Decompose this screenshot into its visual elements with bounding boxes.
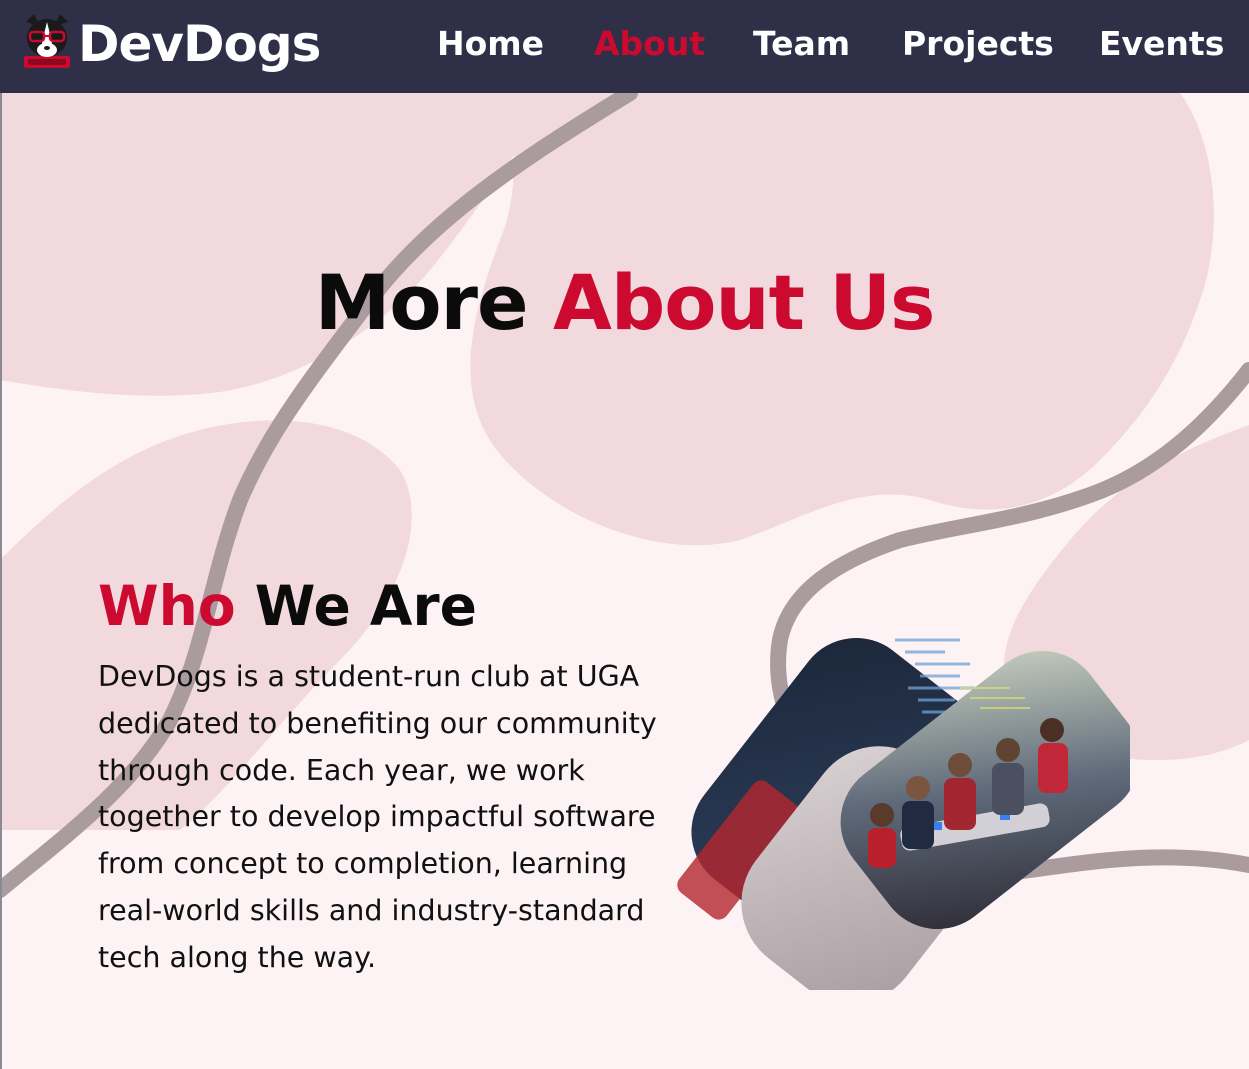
page-title-part2: About Us (553, 258, 935, 347)
brand-name: DevDogs (78, 15, 321, 73)
nav-link-projects[interactable]: Projects (902, 24, 1054, 63)
devdogs-logo-icon (24, 14, 70, 68)
page-title: More About Us (0, 258, 1249, 347)
section-title-part1: Who (98, 574, 236, 638)
nav-link-home[interactable]: Home (437, 24, 544, 63)
window-edge (0, 0, 2, 1069)
photo-collage (677, 638, 1130, 990)
nav-link-about[interactable]: About (594, 24, 705, 63)
section-title-part2: We Are (254, 574, 477, 638)
navbar: DevDogs Home About Team Projects Events (0, 0, 1249, 93)
nav-link-events[interactable]: Events (1099, 24, 1224, 63)
who-we-are-description: DevDogs is a student-run club at UGA ded… (98, 660, 657, 974)
logo-link[interactable]: DevDogs (20, 12, 321, 73)
section-title-who-we-are: Who We Are (98, 574, 477, 638)
nav-link-team[interactable]: Team (753, 24, 850, 63)
about-page: DevDogs Home About Team Projects Events … (0, 0, 1249, 1069)
page-title-part1: More (314, 258, 529, 347)
